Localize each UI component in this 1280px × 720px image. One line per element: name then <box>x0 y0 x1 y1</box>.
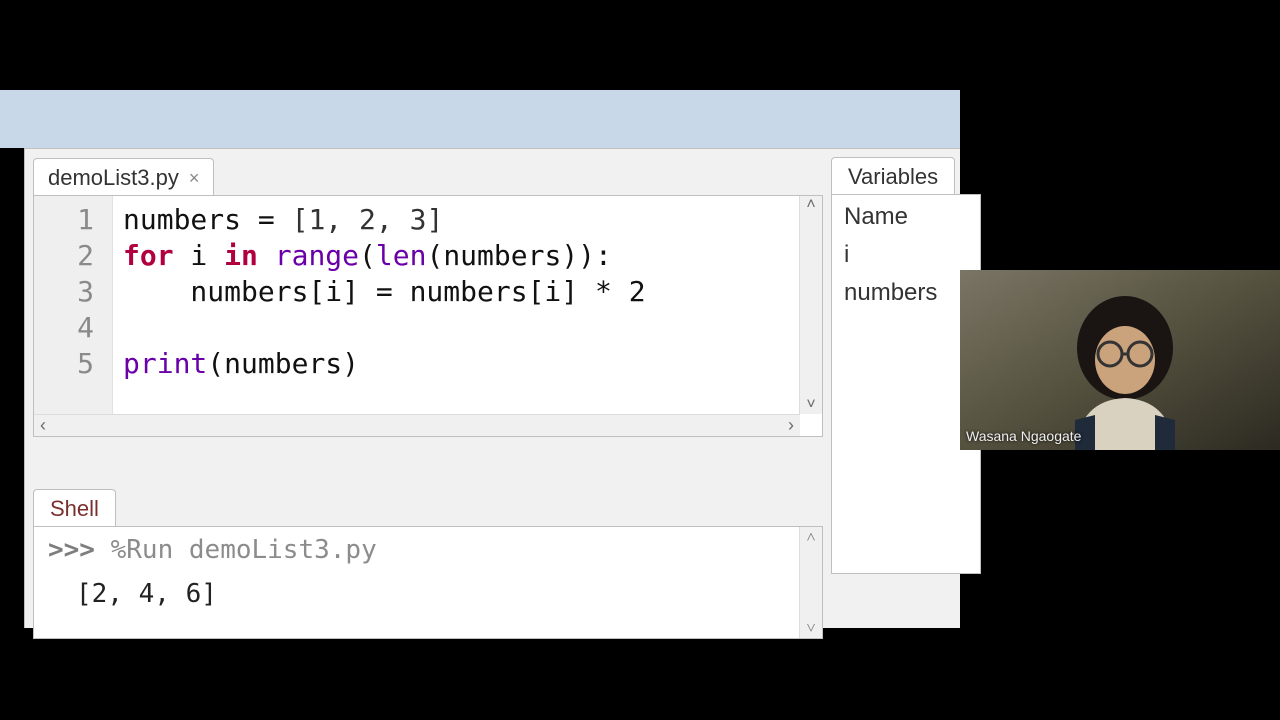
shell-output-area[interactable]: >>> %Run demoList3.py [2, 4, 6] ˄ ˅ <box>33 526 823 639</box>
editor-horizontal-scrollbar[interactable]: ‹ › <box>34 414 800 436</box>
shell-tab-label: Shell <box>50 496 99 521</box>
line-number: 3 <box>34 274 112 310</box>
editor-tab-row: demoList3.py × <box>33 157 823 195</box>
webcam-name-label: Wasana Ngaogate <box>966 428 1081 444</box>
ide-toolbar-background <box>0 90 960 148</box>
chevron-left-icon[interactable]: ‹ <box>40 415 46 436</box>
line-number: 2 <box>34 238 112 274</box>
shell-vertical-scrollbar[interactable]: ˄ ˅ <box>799 527 822 638</box>
shell-prompt: >>> <box>48 535 95 565</box>
shell-run-command: %Run demoList3.py <box>111 535 377 565</box>
variables-table[interactable]: Name i numbers <box>831 194 981 574</box>
line-number: 1 <box>34 202 112 238</box>
line-number: 4 <box>34 310 112 346</box>
variable-row[interactable]: numbers <box>844 279 968 307</box>
chevron-down-icon[interactable]: ˅ <box>806 396 815 414</box>
chevron-down-icon[interactable]: ˅ <box>806 618 815 638</box>
ide-window: demoList3.py × 1 2 3 4 5 numbers = [1, 2… <box>24 148 960 628</box>
variables-header-name: Name <box>844 203 968 231</box>
code-editor[interactable]: 1 2 3 4 5 numbers = [1, 2, 3] for i in r… <box>33 195 823 437</box>
variable-row[interactable]: i <box>844 241 968 269</box>
close-icon[interactable]: × <box>189 169 200 187</box>
line-number: 5 <box>34 346 112 382</box>
line-number-gutter: 1 2 3 4 5 <box>34 196 113 436</box>
ide-screen-area: demoList3.py × 1 2 3 4 5 numbers = [1, 2… <box>0 0 960 720</box>
variables-tab[interactable]: Variables <box>831 157 955 194</box>
editor-tab-filename: demoList3.py <box>48 165 179 191</box>
code-area[interactable]: numbers = [1, 2, 3] for i in range(len(n… <box>113 196 822 436</box>
editor-vertical-scrollbar[interactable]: ˄ ˅ <box>799 196 822 414</box>
person-icon <box>960 270 1280 450</box>
shell-line: >>> %Run demoList3.py <box>48 535 808 565</box>
variables-tab-label: Variables <box>848 164 938 189</box>
shell-panel: Shell >>> %Run demoList3.py [2, 4, 6] ˄ … <box>33 489 823 639</box>
chevron-right-icon[interactable]: › <box>788 415 794 436</box>
shell-output: [2, 4, 6] <box>48 579 808 609</box>
editor-panel: demoList3.py × 1 2 3 4 5 numbers = [1, 2… <box>33 157 823 437</box>
chevron-up-icon[interactable]: ˄ <box>806 196 815 214</box>
webcam-overlay: Wasana Ngaogate <box>960 270 1280 450</box>
variables-panel: Variables Name i numbers <box>831 157 981 574</box>
shell-tab[interactable]: Shell <box>33 489 116 526</box>
chevron-up-icon[interactable]: ˄ <box>806 527 815 547</box>
editor-tab[interactable]: demoList3.py × <box>33 158 214 195</box>
